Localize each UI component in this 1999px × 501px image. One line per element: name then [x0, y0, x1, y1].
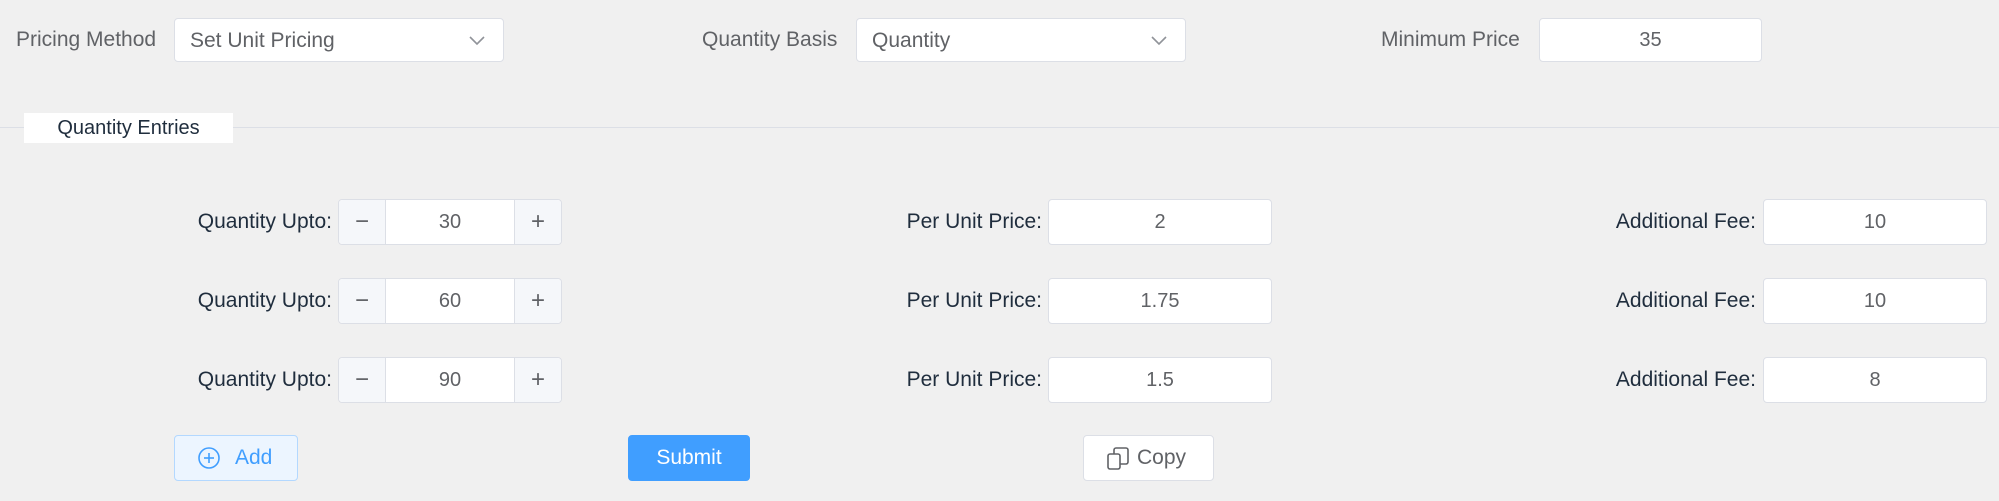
add-button-label: Add [235, 446, 273, 469]
quantity-stepper[interactable]: − 90 + [338, 357, 562, 403]
minimum-price-label: Minimum Price [1381, 28, 1520, 51]
quantity-basis-select[interactable]: Quantity [856, 18, 1186, 62]
quantity-value[interactable]: 90 [386, 358, 514, 402]
per-unit-price-input[interactable]: 1.75 [1048, 278, 1272, 324]
per-unit-price-input[interactable]: 2 [1048, 199, 1272, 245]
submit-button[interactable]: Submit [628, 435, 750, 481]
increment-button[interactable]: + [514, 358, 561, 402]
copy-icon [1107, 447, 1129, 470]
per-unit-price-input[interactable]: 1.5 [1048, 357, 1272, 403]
quantity-upto-label: Quantity Upto: [197, 289, 332, 312]
increment-button[interactable]: + [514, 279, 561, 323]
quantity-basis-value: Quantity [872, 29, 951, 52]
pricing-method-label: Pricing Method [16, 28, 157, 51]
pricing-method-select[interactable]: Set Unit Pricing [174, 18, 504, 62]
decrement-button[interactable]: − [339, 279, 386, 323]
quantity-stepper[interactable]: − 30 + [338, 199, 562, 245]
per-unit-price-label: Per Unit Price: [906, 210, 1042, 233]
quantity-value[interactable]: 30 [386, 200, 514, 244]
copy-button[interactable]: Copy [1083, 435, 1214, 481]
additional-fee-label: Additional Fee: [1615, 210, 1756, 233]
add-button[interactable]: Add [174, 435, 298, 481]
quantity-basis-label: Quantity Basis [702, 28, 838, 51]
additional-fee-label: Additional Fee: [1615, 289, 1756, 312]
pricing-method-value: Set Unit Pricing [190, 29, 335, 52]
decrement-button[interactable]: − [339, 200, 386, 244]
per-unit-price-label: Per Unit Price: [906, 289, 1042, 312]
per-unit-price-label: Per Unit Price: [906, 368, 1042, 391]
decrement-button[interactable]: − [339, 358, 386, 402]
copy-button-label: Copy [1137, 446, 1187, 469]
quantity-upto-label: Quantity Upto: [197, 210, 332, 233]
additional-fee-input[interactable]: 8 [1763, 357, 1987, 403]
additional-fee-input[interactable]: 10 [1763, 199, 1987, 245]
increment-button[interactable]: + [514, 200, 561, 244]
minimum-price-input[interactable]: 35 [1539, 18, 1762, 62]
section-divider [0, 127, 1999, 128]
chevron-down-icon [1151, 36, 1167, 46]
additional-fee-label: Additional Fee: [1615, 368, 1756, 391]
quantity-stepper[interactable]: − 60 + [338, 278, 562, 324]
quantity-value[interactable]: 60 [386, 279, 514, 323]
quantity-upto-label: Quantity Upto: [197, 368, 332, 391]
chevron-down-icon [469, 36, 485, 46]
section-title: Quantity Entries [24, 113, 233, 143]
additional-fee-input[interactable]: 10 [1763, 278, 1987, 324]
plus-circle-icon [198, 447, 220, 469]
